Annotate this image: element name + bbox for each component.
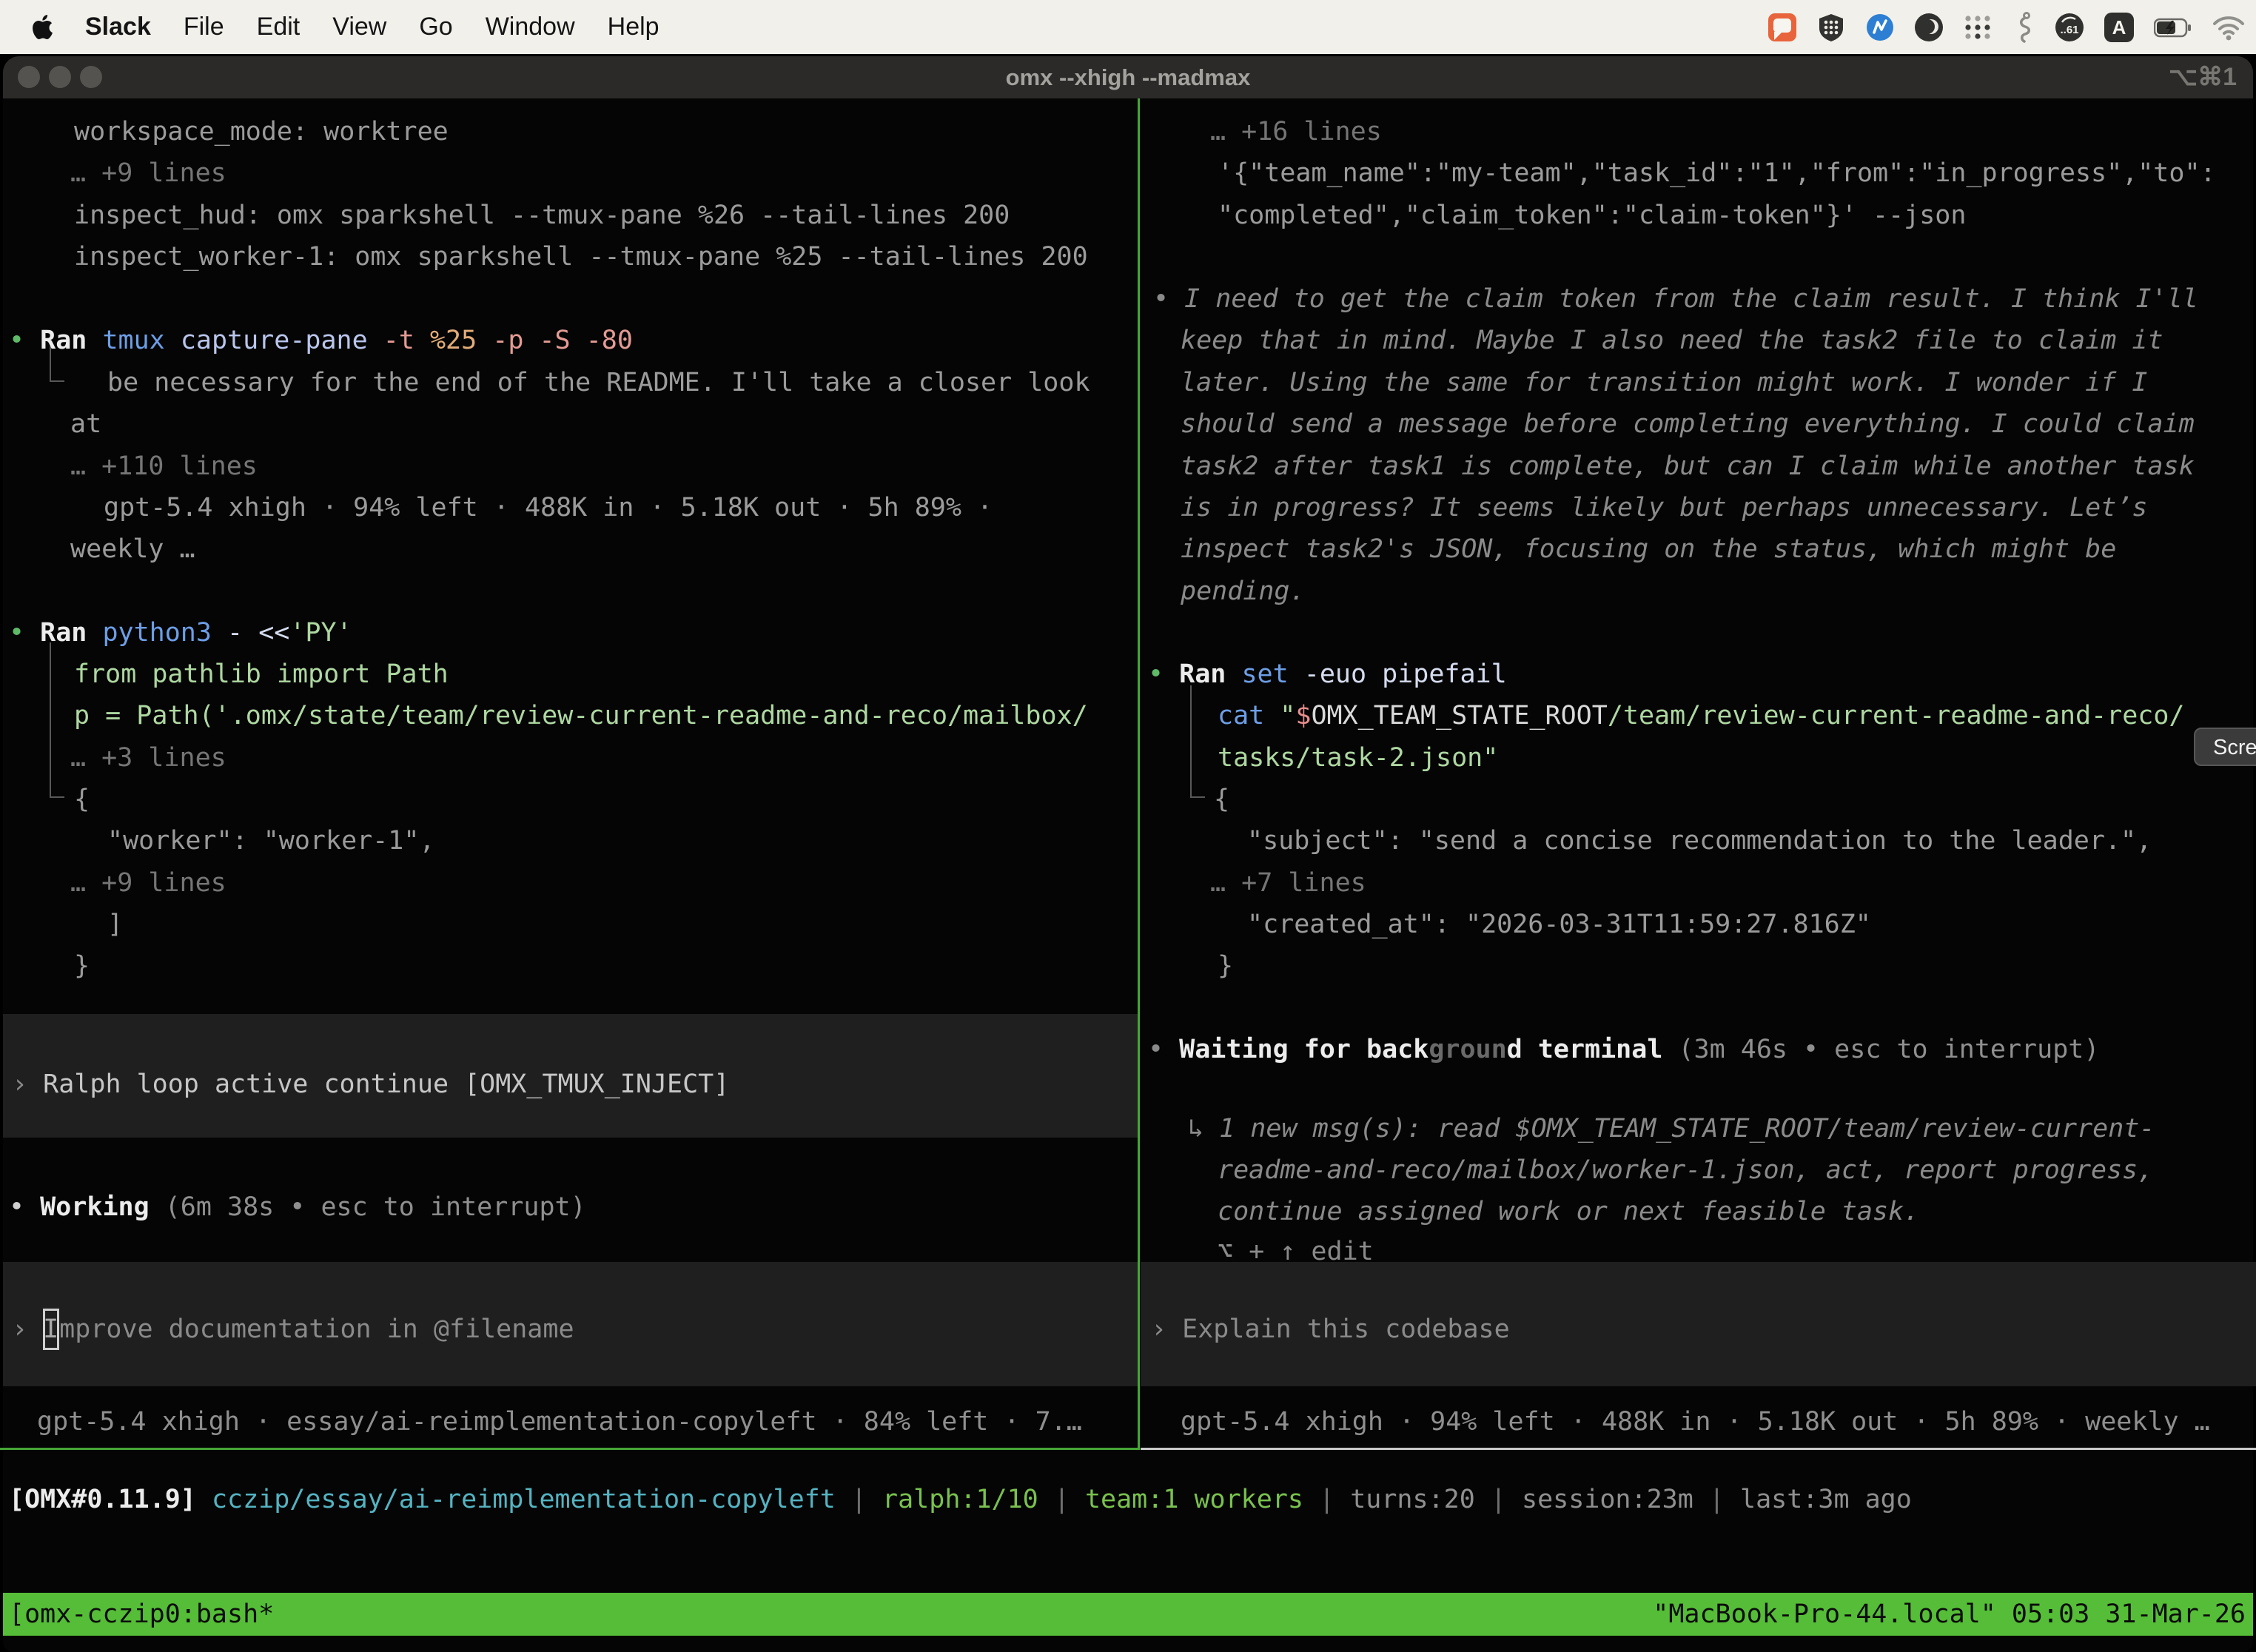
terminal-line: task2 after task1 is complete, but can I…	[1181, 446, 2195, 487]
command-guide-corner	[50, 380, 64, 382]
active-pane-border	[0, 1448, 1138, 1450]
battery-icon[interactable]	[2154, 13, 2192, 42]
terminal-line: inspect task2's JSON, focusing on the st…	[1181, 528, 2116, 570]
terminal-line: • Waiting for background terminal (3m 46…	[1148, 1029, 2099, 1070]
terminal-line: ]	[107, 904, 123, 945]
shield-grid-icon[interactable]	[1816, 13, 1846, 42]
terminal-line: … +9 lines	[70, 152, 226, 194]
terminal-line: [OMX#0.11.9] cczip/essay/ai-reimplementa…	[9, 1479, 1912, 1520]
terminal-line: inspect_hud: omx sparkshell --tmux-pane …	[74, 195, 1010, 236]
terminal-line: • Working (6m 38s • esc to interrupt)	[9, 1186, 586, 1228]
terminal-line: '{"team_name":"my-team","task_id":"1","f…	[1218, 152, 2216, 194]
menu-app-name[interactable]: Slack	[85, 13, 151, 41]
gauge-61-icon[interactable]: ..61	[2055, 13, 2084, 42]
terminal-line: gpt-5.4 xhigh · 94% left · 488K in · 5.1…	[1181, 1401, 2210, 1443]
terminal-line: {	[1214, 779, 1229, 820]
menu-left: Slack File Edit View Go Window Help	[0, 13, 659, 41]
terminal-line: "worker": "worker-1",	[107, 820, 435, 862]
terminal-line: … +3 lines	[70, 737, 226, 779]
wifi-icon[interactable]	[2212, 13, 2246, 41]
terminal-line: • Ran python3 - <<'PY'	[9, 612, 352, 654]
terminal-line: tasks/task-2.json"	[1218, 737, 1498, 779]
tmux-host-clock: "MacBook-Pro-44.local" 05:03 31-Mar-26	[1653, 1593, 2246, 1636]
blue-badge-icon[interactable]	[1865, 13, 1895, 42]
terminal-line: › Explain this codebase	[1151, 1309, 1510, 1350]
moon-circle-icon[interactable]	[1914, 13, 1944, 42]
terminal-line: weekly …	[70, 528, 195, 570]
squiggle-icon[interactable]	[2012, 12, 2035, 43]
terminal-line: be necessary for the end of the README. …	[107, 362, 1090, 403]
command-guide-line	[1190, 685, 1192, 798]
terminal-line: "subject": "send a concise recommendatio…	[1247, 820, 2152, 862]
menu-item-view[interactable]: View	[332, 13, 386, 41]
terminal-line: • Ran set -euo pipefail	[1148, 654, 1507, 695]
terminal-line: readme-and-reco/mailbox/worker-1.json, a…	[1218, 1149, 2153, 1191]
terminal-line: from pathlib import Path	[74, 654, 449, 695]
terminal-line: "created_at": "2026-03-31T11:59:27.816Z"	[1247, 904, 1871, 945]
terminal-line: "completed","claim_token":"claim-token"}…	[1218, 195, 1966, 236]
terminal-line: should send a message before completing …	[1181, 403, 2195, 445]
terminal-line: }	[74, 945, 90, 987]
screen-overlay-tooltip: Scre	[2194, 728, 2256, 766]
command-guide-corner	[50, 796, 64, 798]
terminal-line: ⌥ + ↑ edit	[1218, 1231, 1374, 1272]
terminal-line: {	[74, 779, 90, 820]
terminal-line: gpt-5.4 xhigh · essay/ai-reimplementatio…	[37, 1401, 1082, 1443]
menu-item-file[interactable]: File	[184, 13, 224, 41]
chat-app-icon[interactable]	[1767, 13, 1797, 42]
menu-item-edit[interactable]: Edit	[257, 13, 301, 41]
terminal-line: › Improve documentation in @filename	[12, 1309, 574, 1350]
menu-item-help[interactable]: Help	[608, 13, 659, 41]
terminal-line: • I need to get the claim token from the…	[1153, 278, 2198, 320]
terminal-line: gpt-5.4 xhigh · 94% left · 488K in · 5.1…	[104, 487, 993, 528]
terminal-line: … +9 lines	[70, 862, 226, 904]
terminal-line: • Ran tmux capture-pane -t %25 -p -S -80	[9, 320, 633, 361]
terminal-line: at	[70, 403, 101, 445]
terminal-line: … +7 lines	[1210, 862, 1366, 904]
tmux-status-bar: [omx-cczip0:bash* "MacBook-Pro-44.local"…	[3, 1593, 2253, 1636]
menu-bar: Slack File Edit View Go Window Help	[0, 0, 2256, 54]
terminal-line: workspace_mode: worktree	[74, 111, 449, 152]
menu-item-window[interactable]: Window	[486, 13, 575, 41]
window-title: omx --xhigh --madmax	[3, 56, 2253, 98]
tmux-session-label: [omx-cczip0:bash*	[9, 1593, 274, 1636]
title-bar: omx --xhigh --madmax ⌥⌘1	[3, 56, 2253, 98]
terminal-line: … +110 lines	[70, 446, 258, 487]
screen: Slack File Edit View Go Window Help	[0, 0, 2256, 1652]
terminal-line: is in progress? It seems likely but perh…	[1181, 487, 2147, 528]
terminal-line: p = Path('.omx/state/team/review-current…	[74, 695, 1088, 736]
terminal-line: }	[1218, 945, 1233, 987]
window-shortcut-hint: ⌥⌘1	[2169, 56, 2237, 98]
apple-menu-icon[interactable]	[33, 15, 53, 39]
menu-status-icons: ..61 A	[1767, 0, 2250, 54]
command-guide-line	[50, 642, 51, 798]
a-square-icon[interactable]: A	[2104, 12, 2135, 43]
pane-divider[interactable]	[1138, 98, 1140, 1450]
svg-text:A: A	[2112, 16, 2126, 38]
terminal-line: later. Using the same for transition mig…	[1181, 362, 2147, 403]
svg-text:..61: ..61	[2060, 24, 2078, 36]
inactive-pane-border	[1141, 1448, 2256, 1450]
terminal-line: keep that in mind. Maybe I also need the…	[1181, 320, 2163, 361]
terminal-line: ↳ 1 new msg(s): read $OMX_TEAM_STATE_ROO…	[1188, 1108, 2155, 1149]
terminal-line: inspect_worker-1: omx sparkshell --tmux-…	[74, 236, 1088, 278]
dots-grid-icon[interactable]	[1963, 13, 1993, 42]
terminal-line: continue assigned work or next feasible …	[1218, 1191, 1919, 1232]
terminal-line: › Ralph loop active continue [OMX_TMUX_I…	[12, 1064, 729, 1105]
menu-item-go[interactable]: Go	[419, 13, 452, 41]
terminal-line: pending.	[1181, 571, 1306, 612]
terminal-line: … +16 lines	[1210, 111, 1382, 152]
terminal-line: cat "$OMX_TEAM_STATE_ROOT/team/review-cu…	[1218, 695, 2184, 736]
command-guide-corner	[1190, 796, 1205, 798]
